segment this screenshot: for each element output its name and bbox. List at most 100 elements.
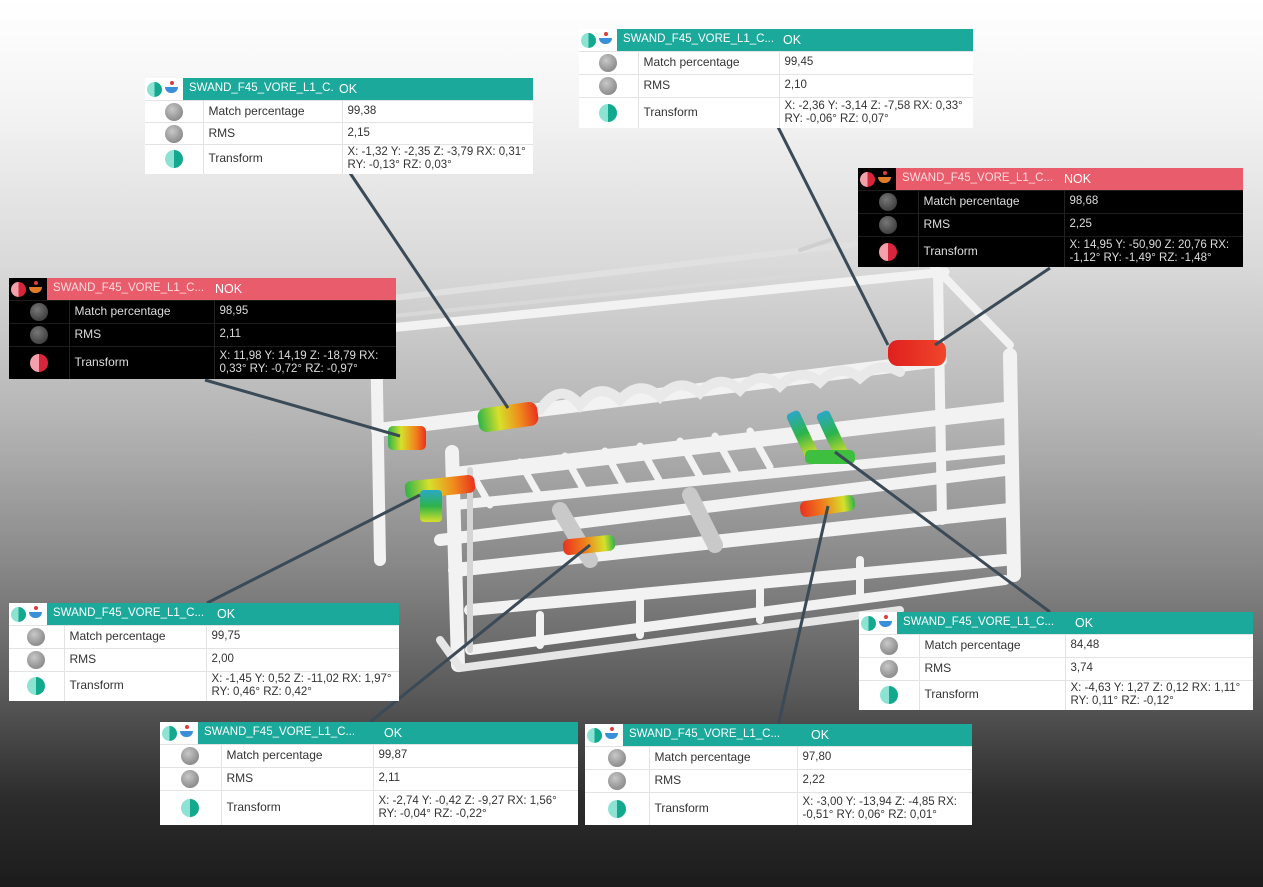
metric-icon: [607, 749, 626, 767]
metric-icon: [164, 102, 183, 121]
status-badge: OK: [333, 78, 533, 100]
match-value: 98,95: [214, 300, 396, 324]
transform-label: Transform: [918, 680, 1066, 710]
metric-icon: [599, 54, 618, 72]
panel-header: SWAND_F45_VORE_L1_C... OK: [9, 603, 399, 625]
transform-value: X: -3,00 Y: -13,94 Z: -4,85 RX: -0,51° RY…: [797, 792, 972, 825]
inspection-panel-7: SWAND_F45_VORE_L1_C... OK Match percenta…: [160, 722, 578, 825]
panel-header: SWAND_F45_VORE_L1_C... OK: [160, 722, 578, 744]
status-nok-icon: [860, 171, 875, 187]
status-badge: OK: [378, 722, 578, 744]
part-name: SWAND_F45_VORE_L1_C...: [623, 724, 805, 746]
match-label: Match percentage: [648, 746, 798, 770]
transform-ok-icon: [607, 799, 626, 818]
transform-label: Transform: [63, 671, 207, 701]
part-heatmap: [388, 426, 426, 450]
rack-frame: [365, 232, 1021, 673]
metric-icon: [878, 216, 897, 234]
rms-value: 2,25: [1064, 213, 1243, 237]
metric-icon: [164, 124, 183, 143]
target-icon: [877, 171, 893, 187]
rms-value: 2,11: [214, 323, 396, 347]
metric-icon: [181, 747, 200, 765]
part-name: SWAND_F45_VORE_L1_C...: [47, 603, 211, 625]
status-ok-icon: [587, 727, 602, 743]
rms-label: RMS: [220, 767, 374, 791]
rms-label: RMS: [68, 323, 215, 347]
metric-icon: [878, 193, 897, 211]
transform-label: Transform: [220, 790, 374, 825]
match-label: Match percentage: [637, 51, 780, 75]
transform-label: Transform: [648, 792, 798, 825]
part-name: SWAND_F45_VORE_L1_C...: [897, 612, 1069, 634]
metrics-table: Match percentage 99,75 RMS 2,00 Transform X…: [9, 625, 399, 701]
status-ok-icon: [11, 606, 26, 622]
target-icon: [28, 281, 44, 297]
match-value: 99,75: [206, 625, 399, 649]
target-icon: [604, 727, 620, 743]
transform-value: X: -2,36 Y: -3,14 Z: -7,58 RX: 0,33° RY: …: [779, 97, 973, 128]
transform-label: Transform: [202, 144, 343, 174]
rms-value: 2,10: [779, 74, 973, 98]
rms-label: RMS: [917, 213, 1065, 237]
status-badge: NOK: [209, 278, 396, 300]
match-label: Match percentage: [68, 300, 215, 324]
transform-value: X: -1,45 Y: 0,52 Z: -11,02 RX: 1,97° RY: …: [206, 671, 399, 701]
panel-header: SWAND_F45_VORE_L1_C... NOK: [858, 168, 1243, 190]
match-label: Match percentage: [220, 744, 374, 768]
metric-icon: [599, 77, 618, 95]
transform-ok-icon: [599, 103, 618, 122]
target-icon: [28, 606, 44, 622]
rms-value: 2,15: [342, 122, 533, 145]
match-value: 84,48: [1065, 634, 1253, 658]
rms-value: 2,00: [206, 648, 399, 672]
part-name: SWAND_F45_VORE_L1_C...: [617, 29, 777, 51]
status-ok-icon: [147, 81, 162, 97]
match-label: Match percentage: [918, 634, 1066, 658]
panel-header: SWAND_F45_VORE_L1_C... OK: [579, 29, 973, 51]
metrics-table: Match percentage 99,87 RMS 2,11 Transform X…: [160, 744, 578, 825]
status-ok-icon: [861, 615, 876, 631]
metric-icon: [27, 651, 46, 669]
metrics-table: Match percentage 98,95 RMS 2,11 Transform X…: [9, 300, 396, 379]
transform-nok-icon: [878, 242, 897, 261]
metrics-table: Match percentage 99,45 RMS 2,10 Transform X…: [579, 51, 973, 128]
match-label: Match percentage: [917, 190, 1065, 214]
metric-icon: [29, 326, 48, 344]
transform-ok-icon: [27, 677, 46, 696]
transform-value: X: 11,98 Y: 14,19 Z: -18,79 RX: 0,33° RY:…: [214, 346, 396, 379]
rms-label: RMS: [918, 657, 1066, 681]
panel-header: SWAND_F45_VORE_L1_C... OK: [145, 78, 533, 100]
inspection-panel-5: SWAND_F45_VORE_L1_C... OK Match percenta…: [9, 603, 399, 701]
point-cloud-viewport[interactable]: SWAND_F45_VORE_L1_C... OK Match percenta…: [0, 0, 1263, 887]
status-badge: OK: [211, 603, 399, 625]
inspection-panel-8: SWAND_F45_VORE_L1_C... OK Match percenta…: [585, 724, 972, 825]
transform-nok-icon: [29, 353, 48, 372]
transform-ok-icon: [181, 798, 200, 817]
transform-value: X: -2,74 Y: -0,42 Z: -9,27 RX: 1,56° RY: …: [373, 790, 578, 825]
rms-label: RMS: [63, 648, 207, 672]
inspection-panel-4: SWAND_F45_VORE_L1_C... NOK Match percent…: [9, 278, 396, 379]
part-name: SWAND_F45_VORE_L1_C...: [198, 722, 378, 744]
match-value: 99,38: [342, 100, 533, 123]
status-badge: OK: [805, 724, 972, 746]
rms-label: RMS: [648, 769, 798, 793]
metric-icon: [181, 770, 200, 788]
metrics-table: Match percentage 84,48 RMS 3,74 Transform X…: [859, 634, 1253, 710]
part-name: SWAND_F45_VORE_L1_C...: [896, 168, 1058, 190]
transform-value: X: -1,32 Y: -2,35 Z: -3,79 RX: 0,31° RY: …: [342, 144, 533, 174]
target-icon: [878, 615, 894, 631]
target-icon: [164, 81, 180, 97]
status-ok-icon: [162, 725, 177, 741]
status-badge: OK: [777, 29, 973, 51]
rms-label: RMS: [637, 74, 780, 98]
match-value: 99,45: [779, 51, 973, 75]
target-icon: [179, 725, 195, 741]
inspection-panel-1: SWAND_F45_VORE_L1_C... OK Match percenta…: [145, 78, 533, 174]
transform-ok-icon: [879, 686, 898, 705]
transform-value: X: -4,63 Y: 1,27 Z: 0,12 RX: 1,11° RY: 0,…: [1065, 680, 1253, 710]
status-ok-icon: [581, 32, 596, 48]
match-label: Match percentage: [202, 100, 343, 123]
status-badge: OK: [1069, 612, 1253, 634]
metrics-table: Match percentage 97,80 RMS 2,22 Transform X…: [585, 746, 972, 825]
